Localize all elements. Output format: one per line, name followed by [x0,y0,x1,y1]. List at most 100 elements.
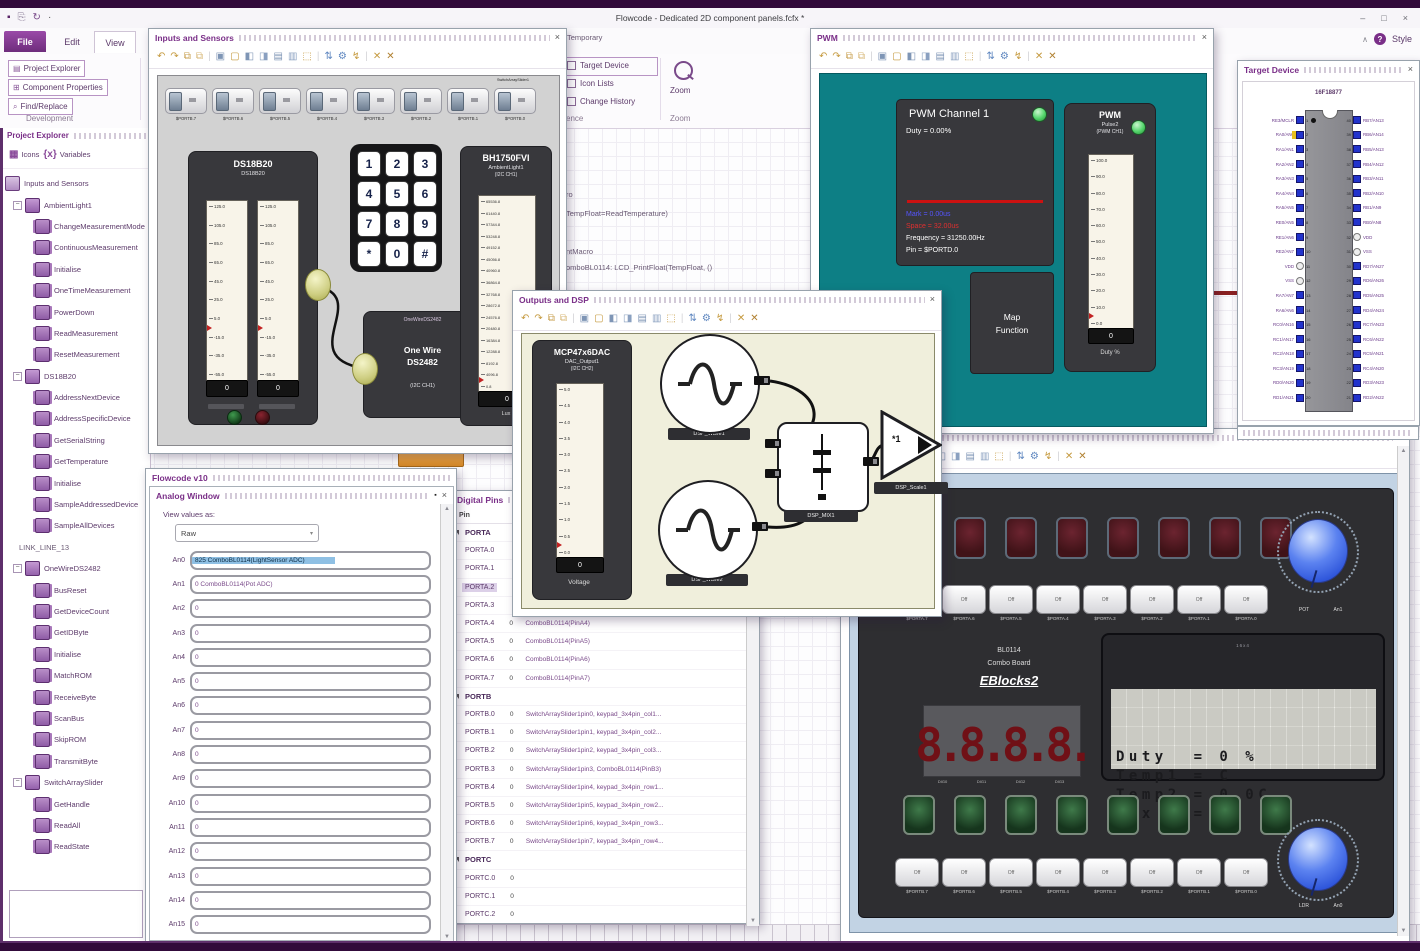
chip-pin[interactable]: 28 RD5/AN25 [1342,288,1414,303]
toolbar-icon[interactable]: ⧉ [196,51,203,63]
tree-item[interactable]: ReadAll [3,815,150,836]
toolbar-icon[interactable]: ◨ [623,313,632,325]
minimize-button[interactable]: – [1360,13,1365,23]
scroll-up-icon[interactable]: ▲ [444,506,450,512]
chip-pin[interactable]: RC2/AN18 17 [1243,347,1315,362]
ldr-knob[interactable] [1277,819,1359,901]
channel-value-field[interactable]: 0 [190,623,431,643]
toolbar-icon[interactable]: | [1027,51,1030,63]
toolbar-icon[interactable]: | [572,313,575,325]
toolbar-icon[interactable]: ↶ [819,51,827,63]
keypad-key[interactable]: 3 [413,151,437,177]
pin-row[interactable]: PORTA.5 0 ComboBL0114(PinA5) [452,633,746,652]
tree-item[interactable]: Initialise [3,259,150,280]
keypad-key[interactable]: 6 [413,181,437,207]
find-replace-button[interactable]: ⌕ Find/Replace [8,98,73,115]
chip-pin[interactable]: 32 VDD [1342,230,1414,245]
chip-pin[interactable]: 24 RC5/AN21 [1342,347,1414,362]
pin-row[interactable]: PORTA.6 0 ComboBL0114(PinA6) [452,651,746,670]
window-titlebar[interactable]: Analog Window ▪ × [150,487,453,504]
toggle-switch[interactable]: Off [1083,858,1127,887]
toolbar-icon[interactable]: ▥ [288,51,297,63]
window-titlebar[interactable]: Target Device × [1238,61,1419,78]
pot-knob[interactable] [1277,511,1359,593]
pin-row[interactable]: PORTB.6 0 SwitchArraySlider1pin6, keypad… [452,815,746,834]
channel-value-field[interactable]: 0 [190,817,431,837]
toolbar-icon[interactable]: ✕ [750,313,758,325]
quick-access-icon[interactable]: ↻ [33,12,41,24]
toolbar-icon[interactable]: ✕ [1078,451,1086,463]
tree-item[interactable]: TransmitByte [3,751,150,772]
toggle-switch[interactable]: Off [895,858,939,887]
tree-item[interactable]: GetHandle [3,793,150,814]
dsp-mixer-component[interactable] [777,422,869,512]
toolbar-icon[interactable]: ▢ [594,313,603,325]
tree-item[interactable]: ScanBus [3,708,150,729]
tree-item[interactable]: SampleAddressedDevice [3,494,150,515]
toolbar-icon[interactable]: ⚙ [338,51,347,63]
chip-pin[interactable]: 22 RD3/AN23 [1342,376,1414,391]
toolbar-icon[interactable]: ↷ [832,51,840,63]
tree-item[interactable]: BusReset [3,579,150,600]
tab-view[interactable]: View [94,31,136,53]
chip-pin[interactable]: 23 RC4/AN20 [1342,361,1414,376]
component-properties-button[interactable]: ⊞ Component Properties [8,79,108,96]
pin-row[interactable]: PORTA.7 0 ComboBL0114(PinA7) [452,670,746,688]
chip-pin[interactable]: 29 RD6/AN26 [1342,274,1414,289]
pin-row[interactable]: PORTC.0 0 [452,870,746,888]
connection-node[interactable] [305,269,331,301]
pin-row[interactable]: PORTB.5 0 SwitchArraySlider1pin5, keypad… [452,797,746,815]
chip-pin[interactable]: 38 RB5/AN13 [1342,142,1414,157]
keypad-key[interactable]: 8 [385,211,409,237]
scroll-down-icon[interactable]: ▼ [444,934,450,940]
toolbar-icon[interactable]: ◧ [245,51,254,63]
toolbar-icon[interactable]: ◧ [609,313,618,325]
toolbar-icon[interactable]: | [979,51,982,63]
tab-variables[interactable]: {x} Variables [43,149,90,160]
tree-item[interactable]: OneTimeMeasurement [3,280,150,301]
channel-value-field[interactable]: 0 [190,842,431,862]
tree-item[interactable]: SampleAllDevices [3,515,150,536]
pin-row[interactable]: PORTB.7 0 SwitchArraySlider1pin7, keypad… [452,833,746,852]
chip-pin[interactable]: 21 RD2/AN22 [1342,390,1414,405]
toolbar-icon[interactable]: ⧉ [184,51,191,63]
chip-pin[interactable]: RE3/MCLR 1 [1243,113,1315,128]
pin-row[interactable]: PORTB.2 0 SwitchArraySlider1pin2, keypad… [452,742,746,761]
chip-pin[interactable]: RA0/AN0 2 [1243,128,1315,143]
toolbar-icon[interactable]: ▤ [273,51,282,63]
chip-pin[interactable]: RC0/AN16 15 [1243,317,1315,332]
toolbar-icon[interactable]: ↯ [1014,51,1022,63]
toggle-switch[interactable]: Off [989,858,1033,887]
chip-pin[interactable]: 30 RD7/AN27 [1342,259,1414,274]
pin-row[interactable]: PORTB.4 0 SwitchArraySlider1pin4, keypad… [452,779,746,797]
toolbar-icon[interactable]: ↯ [716,313,724,325]
toolbar-icon[interactable]: ✕ [737,313,745,325]
toggle-switch[interactable] [400,88,442,114]
vertical-scrollbar[interactable]: ▲ ▼ [440,504,453,942]
toolbar-icon[interactable]: ▥ [950,51,959,63]
pin-row[interactable]: PORTB.0 0 SwitchArraySlider1pin0, keypad… [452,706,746,725]
toolbar-icon[interactable]: ⧉ [858,51,865,63]
toolbar-icon[interactable]: | [1009,451,1012,463]
toolbar-icon[interactable]: ▣ [580,313,589,325]
close-icon[interactable]: × [442,491,447,500]
scroll-down-icon[interactable]: ▼ [750,918,756,924]
chip-pin[interactable]: RA2/AN2 4 [1243,157,1315,172]
toolbar-icon[interactable]: | [870,51,873,63]
toggle-switch[interactable]: Off [1036,858,1080,887]
pin-row[interactable]: PORTC.2 0 [452,906,746,922]
toggle-switch[interactable] [212,88,254,114]
chip-pin[interactable]: RE2/AN7 10 [1243,244,1315,259]
tab-icons[interactable]: ▦ Icons [9,149,39,160]
channel-value-field[interactable]: 0 [190,915,431,935]
channel-value-field[interactable]: 825 ComboBL0114(LightSensor ADC) [190,550,431,570]
keypad-key[interactable]: 1 [357,151,381,177]
tree-item[interactable]: GetIDByte [3,622,150,643]
channel-value-field[interactable]: 0 [190,647,431,667]
toolbar-icon[interactable]: ✕ [373,51,381,63]
tree-item[interactable]: MatchROM [3,665,150,686]
dsp-wave2-component[interactable] [658,480,758,580]
checkbox-change-history[interactable]: Change History [567,97,635,106]
chip-pin[interactable]: 33 RB0/AN8 [1342,215,1414,230]
tree-item[interactable]: ChangeMeasurementMode [3,216,150,237]
